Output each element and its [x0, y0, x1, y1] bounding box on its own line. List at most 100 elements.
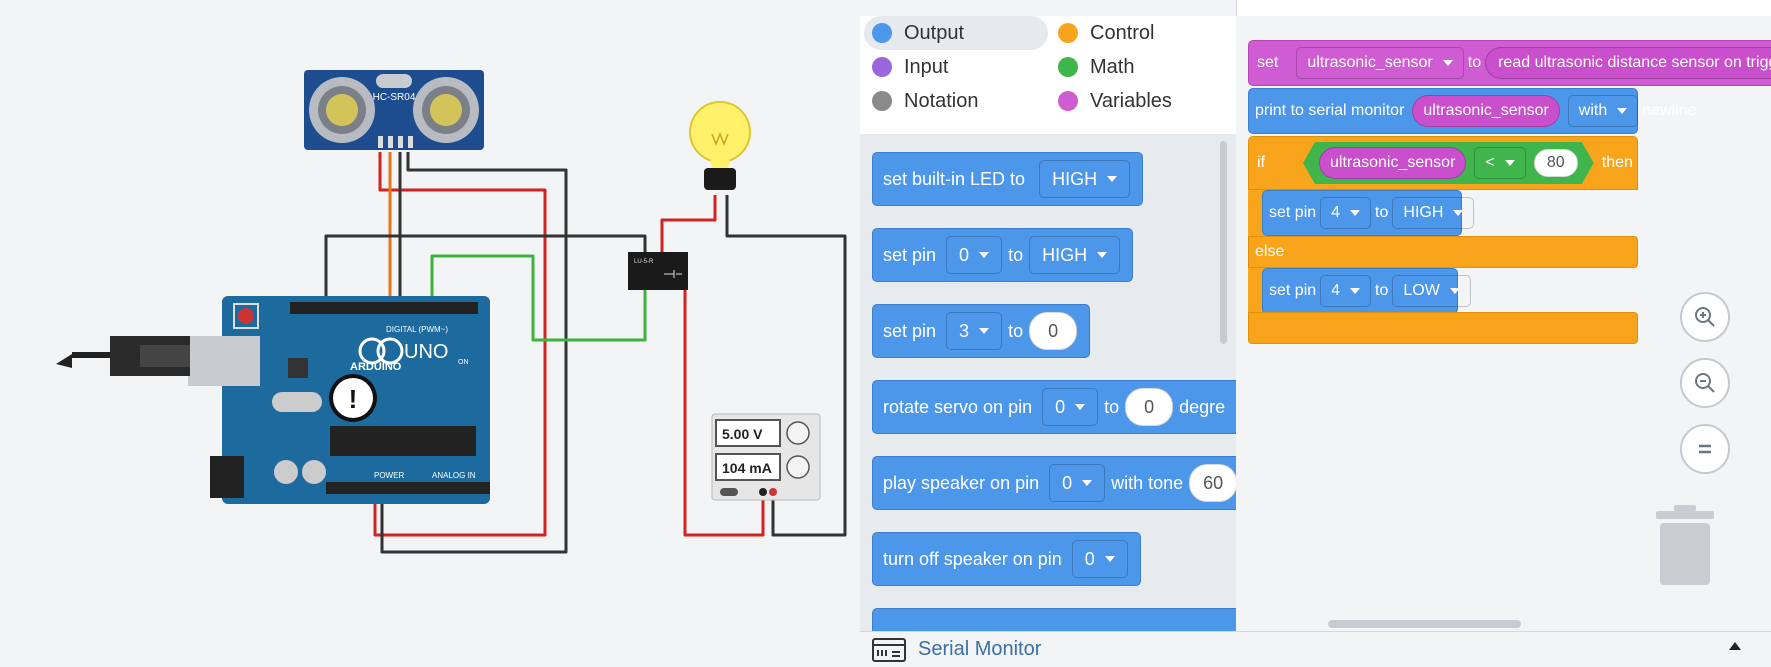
tone-input[interactable]: 60 — [1189, 464, 1236, 502]
ultrasonic-read-block[interactable]: read ultrasonic distance sensor on trigg — [1485, 47, 1771, 79]
block-set-builtin-led[interactable]: set built-in LED to HIGH — [872, 152, 1144, 206]
block-text: else — [1255, 243, 1285, 260]
block-rotate-servo[interactable]: rotate servo on pin 0 to 0 degre — [872, 380, 1236, 434]
category-output[interactable]: Output — [864, 16, 1048, 50]
block-text: with tone — [1111, 472, 1184, 493]
category-input[interactable]: Input — [864, 50, 1048, 84]
zoom-out-button[interactable] — [1680, 358, 1730, 408]
value-input[interactable]: 0 — [1125, 388, 1174, 426]
pin-dropdown[interactable]: 0 — [946, 236, 1003, 274]
ultrasonic-sensor: HC-SR04 — [304, 70, 484, 150]
zoom-reset-button[interactable] — [1680, 424, 1730, 474]
pin-state-dropdown[interactable]: HIGH — [1392, 197, 1475, 229]
variable-reporter[interactable]: ultrasonic_sensor — [1319, 147, 1466, 179]
block-text: set — [1257, 54, 1279, 71]
wire-red-bulb — [660, 195, 717, 255]
category-control-dot — [1058, 23, 1078, 43]
dropdown-value: 0 — [1062, 472, 1073, 493]
block-text: set pin — [883, 244, 937, 265]
warning-glyph: ! — [349, 384, 358, 414]
serial-monitor-bar[interactable]: Serial Monitor — [860, 631, 1771, 667]
category-control[interactable]: Control — [1050, 16, 1230, 50]
zoom-in-button[interactable] — [1680, 292, 1730, 342]
value-input[interactable]: 0 — [1029, 312, 1078, 350]
pin-dropdown[interactable]: 0 — [1042, 388, 1099, 426]
serial-monitor-label: Serial Monitor — [918, 638, 1042, 660]
dropdown-value: LOW — [1403, 282, 1440, 299]
relay-label: LU-5-R — [634, 259, 654, 265]
block-text: set pin — [1269, 282, 1317, 299]
usb-cable — [56, 336, 190, 376]
block-if-else[interactable]: if ultrasonic_sensor < 80 then — [1248, 136, 1638, 190]
pin-dropdown[interactable]: 0 — [1071, 540, 1128, 578]
block-text: to — [1008, 320, 1024, 341]
block-text: then — [1601, 154, 1633, 171]
newline-mode-dropdown[interactable]: with — [1567, 95, 1639, 127]
category-variables-dot — [1058, 91, 1078, 111]
operator-dropdown[interactable]: < — [1474, 147, 1525, 179]
chevron-down-icon — [1453, 210, 1464, 216]
dropdown-value: ultrasonic_sensor — [1307, 54, 1433, 71]
dropdown-value: with — [1578, 102, 1608, 119]
chevron-down-icon — [1505, 160, 1515, 166]
block-text: if — [1257, 154, 1265, 171]
category-variables[interactable]: Variables — [1050, 84, 1230, 118]
block-text: to — [1008, 244, 1024, 265]
block-set-pin-digital[interactable]: set pin 0 to HIGH — [872, 228, 1134, 282]
circuit-drawing: HC-SR04 ARDUINO UNO DIGITAL (PWM~) POWER… — [56, 70, 847, 554]
block-text: print to serial monitor — [1255, 102, 1405, 119]
pin-state-dropdown[interactable]: LOW — [1392, 275, 1471, 307]
block-text: to — [1375, 204, 1389, 221]
pin-dropdown[interactable]: 4 — [1320, 197, 1372, 229]
trash-icon[interactable] — [1656, 505, 1714, 585]
compare-block[interactable]: ultrasonic_sensor < 80 — [1303, 142, 1594, 184]
chevron-down-icon — [1350, 210, 1361, 216]
category-label: Input — [904, 55, 949, 78]
block-set-variable[interactable]: set ultrasonic_sensor to read ultrasonic… — [1248, 40, 1771, 86]
pin-dropdown[interactable]: 4 — [1320, 275, 1372, 307]
board-model: UNO — [404, 341, 448, 363]
warning-badge: ! — [329, 374, 377, 422]
block-text: set built-in LED to — [883, 168, 1026, 189]
category-notation[interactable]: Notation — [864, 84, 1048, 118]
board-header-analog: ANALOG IN — [432, 471, 476, 480]
chevron-down-icon — [979, 328, 990, 334]
compare-value-input[interactable]: 80 — [1534, 149, 1578, 177]
workspace-horizontal-scrollbar[interactable] — [1328, 620, 1521, 628]
pin-dropdown[interactable]: 3 — [946, 312, 1003, 350]
variable-reporter[interactable]: ultrasonic_sensor — [1412, 95, 1560, 127]
dropdown-value: HIGH — [1052, 168, 1098, 189]
block-partial[interactable] — [872, 608, 1236, 631]
chevron-up-icon[interactable] — [1729, 642, 1741, 650]
dropdown-value: < — [1485, 154, 1495, 171]
variable-dropdown[interactable]: ultrasonic_sensor — [1296, 47, 1464, 79]
category-notation-dot — [872, 91, 892, 111]
block-play-speaker[interactable]: play speaker on pin 0 with tone 60 — [872, 456, 1236, 510]
block-set-pin-analog[interactable]: set pin 3 to 0 — [872, 304, 1091, 358]
block-text: play speaker on pin — [883, 472, 1040, 493]
else-bar: else — [1248, 236, 1638, 268]
category-label: Variables — [1090, 89, 1172, 112]
circuit-canvas[interactable]: HC-SR04 ARDUINO UNO DIGITAL (PWM~) POWER… — [0, 0, 860, 666]
block-set-pin-else[interactable]: set pin 4 to LOW — [1262, 268, 1471, 314]
if-end-bar — [1248, 312, 1638, 344]
block-text: to — [1467, 54, 1482, 71]
block-toolbox[interactable]: set built-in LED to HIGH set pin 0 to HI… — [860, 134, 1236, 631]
block-text: to — [1375, 282, 1389, 299]
serial-monitor-icon — [872, 637, 906, 662]
chevron-down-icon — [1442, 60, 1453, 66]
chevron-down-icon — [1449, 288, 1460, 294]
category-label: Output — [904, 21, 965, 44]
block-turn-off-speaker[interactable]: turn off speaker on pin 0 — [872, 532, 1141, 586]
category-math[interactable]: Math — [1050, 50, 1230, 84]
pin-dropdown[interactable]: 0 — [1049, 464, 1106, 502]
category-label: Control — [1090, 21, 1155, 44]
block-print-serial[interactable]: print to serial monitor ultrasonic_senso… — [1248, 88, 1697, 134]
category-label: Math — [1090, 55, 1135, 78]
chevron-down-icon — [1617, 108, 1628, 114]
led-state-dropdown[interactable]: HIGH — [1039, 160, 1131, 198]
block-set-pin-then[interactable]: set pin 4 to HIGH — [1262, 190, 1475, 236]
toolbox-scrollbar[interactable] — [1220, 141, 1227, 344]
category-input-dot — [872, 57, 892, 77]
pin-state-dropdown[interactable]: HIGH — [1029, 236, 1121, 274]
